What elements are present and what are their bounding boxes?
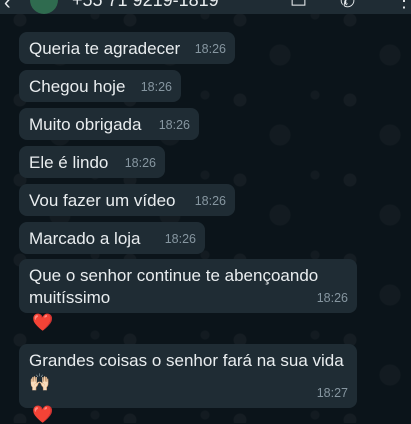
- message-bubble[interactable]: Chegou hoje 18:26: [19, 70, 181, 102]
- message-time: 18:26: [158, 118, 190, 132]
- message-time: 18:26: [316, 291, 348, 305]
- message-bubble[interactable]: Queria te agradecer 18:26: [19, 32, 235, 64]
- message-time: 18:27: [316, 386, 348, 400]
- message-time: 18:26: [194, 194, 226, 208]
- arrow-left-icon[interactable]: ‹: [4, 0, 11, 14]
- more-vertical-icon[interactable]: ⋮: [395, 0, 411, 12]
- phone-icon[interactable]: ✆: [340, 0, 355, 12]
- message-time: 18:26: [164, 232, 196, 246]
- message-time: 18:26: [124, 156, 156, 170]
- message-bubble[interactable]: Muito obrigada 18:26: [19, 108, 199, 140]
- message-text: Chegou hoje: [29, 77, 126, 96]
- message-bubble[interactable]: Ele é lindo 18:26: [19, 146, 165, 178]
- heart-reaction-icon[interactable]: ❤️: [32, 314, 53, 331]
- message-text: Marcado a loja: [29, 229, 141, 248]
- message-bubble[interactable]: Marcado a loja 18:26: [19, 222, 205, 254]
- contact-name[interactable]: +55 71 9219-1819: [72, 0, 219, 11]
- message-bubble[interactable]: Que o senhor continue te abençoando muit…: [19, 259, 357, 313]
- message-bubble[interactable]: Vou fazer um vídeo 18:26: [19, 184, 235, 216]
- message-time: 18:26: [140, 80, 172, 94]
- video-call-icon[interactable]: ▭: [290, 0, 307, 12]
- avatar[interactable]: [30, 0, 58, 14]
- message-text: Ele é lindo: [29, 153, 109, 172]
- message-text: Vou fazer um vídeo: [29, 191, 176, 210]
- message-text: Muito obrigada: [29, 115, 142, 134]
- message-text: Que o senhor continue te abençoando muit…: [29, 266, 323, 307]
- message-time: 18:26: [194, 42, 226, 56]
- message-bubble[interactable]: Grandes coisas o senhor fará na sua vida…: [19, 344, 357, 408]
- heart-reaction-icon[interactable]: ❤️: [32, 406, 53, 423]
- chat-header: ‹ +55 71 9219-1819 ▭ ✆ ⋮: [0, 0, 411, 14]
- message-text: Grandes coisas o senhor fará na sua vida…: [29, 351, 349, 392]
- message-text: Queria te agradecer: [29, 39, 181, 58]
